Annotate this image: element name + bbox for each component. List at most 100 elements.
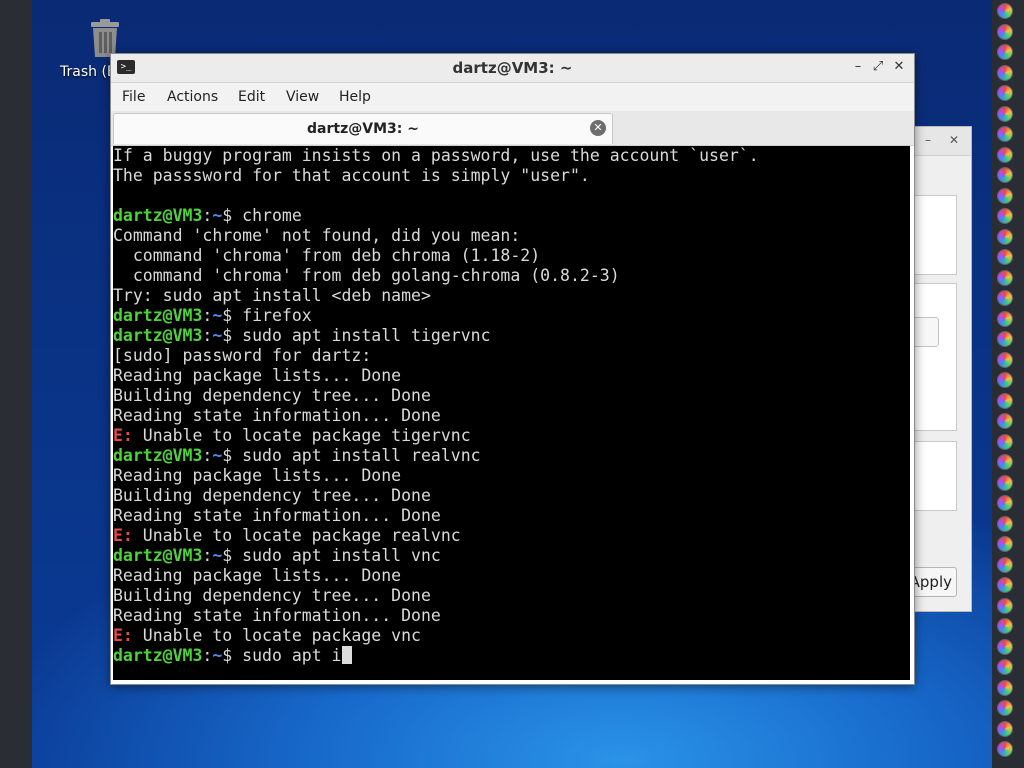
terminal-line: Reading package lists... Done [113,466,759,486]
dock-app-icon[interactable] [998,393,1012,408]
prompt-path: ~ [212,446,223,465]
output-text: command 'chroma' from deb chroma (1.18-2… [113,246,541,265]
close-icon[interactable]: ✕ [949,133,959,147]
dock-app-icon[interactable] [998,434,1012,449]
output-text: [sudo] password for dartz: [113,346,372,365]
output-text: Reading package lists... Done [113,366,402,385]
dock-app-icon[interactable] [998,598,1012,613]
output-text: Command 'chrome' not found, did you mean… [113,226,521,245]
prompt-symbol: $ [222,546,243,565]
prompt-separator: : [202,446,213,465]
dock-app-icon[interactable] [998,147,1012,162]
prompt-separator: : [202,206,213,225]
dock-app-icon[interactable] [998,660,1012,674]
terminal-line: Reading package lists... Done [113,566,759,586]
dock-app-icon[interactable] [998,229,1012,244]
terminal-output[interactable]: If a buggy program insists on a password… [113,146,910,680]
menu-actions[interactable]: Actions [167,89,218,105]
terminal-line: E: Unable to locate package realvnc [113,526,759,546]
output-text: Reading package lists... Done [113,566,402,585]
terminal-line: Building dependency tree... Done [113,486,759,506]
prompt-user: dartz@VM3 [113,326,203,345]
settings-panel [911,283,957,431]
dock-app-icon[interactable] [998,516,1012,531]
dock-app-icon[interactable] [998,209,1012,223]
terminal-window[interactable]: >_ dartz@VM3: ~ – ⤢ ✕ File Actions Edit … [110,53,915,685]
dock-app-icon[interactable] [998,701,1012,715]
dock-app-icon[interactable] [998,24,1012,39]
error-label: E: [113,426,133,445]
terminal-line: dartz@VM3:~$ sudo apt i [113,646,759,666]
dock-app-icon[interactable] [998,639,1012,654]
tab-terminal[interactable]: dartz@VM3: ~ ✕ [113,113,613,144]
dock-app-icon[interactable] [998,475,1012,490]
window-titlebar[interactable]: >_ dartz@VM3: ~ – ⤢ ✕ [111,54,914,83]
dock-app-icon[interactable] [998,721,1012,736]
dock-app-icon[interactable] [998,270,1012,285]
dock-app-icon[interactable] [998,619,1012,633]
output-text: Reading package lists... Done [113,466,402,485]
error-message: Unable to locate package vnc [132,626,421,645]
terminal-line: E: Unable to locate package tigervnc [113,426,759,446]
menu-edit[interactable]: Edit [238,89,265,105]
dock-app-icon[interactable] [998,352,1012,367]
prompt-user: dartz@VM3 [113,546,203,565]
terminal-line: E: Unable to locate package vnc [113,626,759,646]
command-text: sudo apt install realvnc [242,446,481,465]
output-text: Building dependency tree... Done [113,386,431,405]
tab-close-icon[interactable]: ✕ [590,120,606,136]
dock-app-icon[interactable] [998,578,1012,592]
dock-app-icon[interactable] [998,291,1012,305]
minimize-icon[interactable]: – [925,133,931,147]
maximize-icon[interactable]: ⤢ [869,58,887,76]
close-icon[interactable]: ✕ [890,58,908,76]
command-text: chrome [242,206,302,225]
terminal-line: command 'chroma' from deb chroma (1.18-2… [113,246,759,266]
dock-app-icon[interactable] [998,680,1012,695]
dock-app-icon[interactable] [998,45,1012,59]
dock-app-icon[interactable] [998,373,1012,387]
dock-app-icon[interactable] [998,414,1012,428]
dock-app-icon[interactable] [998,127,1012,141]
dock-app-icon[interactable] [998,4,1012,18]
error-message: Unable to locate package tigervnc [132,426,471,445]
terminal-line: [sudo] password for dartz: [113,346,759,366]
dock-app-icon[interactable] [998,86,1012,100]
dock-app-icon[interactable] [998,537,1012,551]
output-text: Reading state information... Done [113,506,441,525]
terminal-line: dartz@VM3:~$ chrome [113,206,759,226]
dock-app-icon[interactable] [998,557,1012,572]
prompt-user: dartz@VM3 [113,446,203,465]
tab-bar: dartz@VM3: ~ ✕ [111,111,914,146]
menu-view[interactable]: View [286,89,319,105]
dock-app-icon[interactable] [998,65,1012,80]
output-text: If a buggy program insists on a password… [113,146,759,165]
trash-icon [91,19,119,57]
dock-app-icon[interactable] [998,250,1012,264]
prompt-symbol: $ [222,306,243,325]
dock-app-icon[interactable] [998,311,1012,326]
left-panel [0,0,32,768]
menu-file[interactable]: File [122,89,145,105]
dock-app-icon[interactable] [998,106,1012,121]
output-text: Building dependency tree... Done [113,586,431,605]
output-text: Reading state information... Done [113,406,441,425]
settings-field[interactable] [911,317,939,347]
dock-app-icon[interactable] [998,188,1012,203]
terminal-line: Building dependency tree... Done [113,386,759,406]
settings-panel [911,195,957,275]
dock-app-icon[interactable] [998,168,1012,182]
terminal-line: Command 'chrome' not found, did you mean… [113,226,759,246]
dock-app-icon[interactable] [998,332,1012,346]
terminal-line: dartz@VM3:~$ sudo apt install realvnc [113,446,759,466]
dock-app-icon[interactable] [998,496,1012,510]
minimize-icon[interactable]: – [849,58,867,76]
dock-app-icon[interactable] [998,742,1012,756]
menu-help[interactable]: Help [339,89,371,105]
prompt-separator: : [202,646,213,665]
terminal-line: The passsword for that account is simply… [113,166,759,186]
terminal-line: Reading state information... Done [113,406,759,426]
output-text: Try: sudo apt install <deb name> [113,286,431,305]
dock-app-icon[interactable] [998,455,1012,469]
text-cursor [341,646,352,664]
